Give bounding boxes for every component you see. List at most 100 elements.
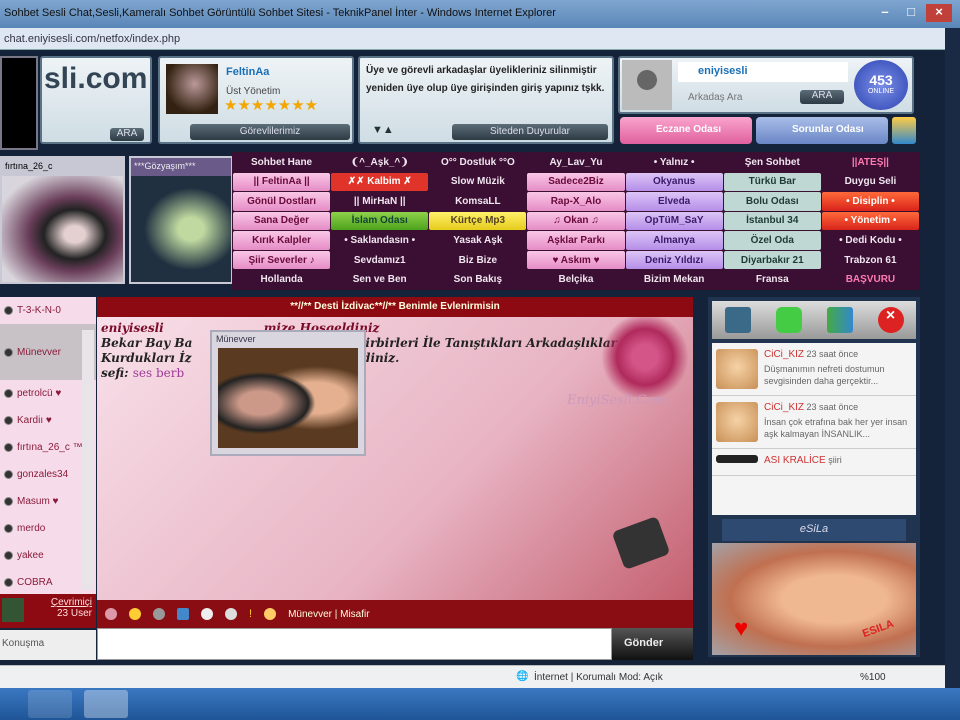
color-theme-icon[interactable] <box>892 117 916 144</box>
popup-webcam[interactable]: Münevver <box>210 330 366 456</box>
message-icon[interactable] <box>775 307 802 333</box>
room-item[interactable]: Bizim Mekan <box>625 270 723 289</box>
room-item[interactable]: Şiir Severler ♪ <box>233 250 331 270</box>
room-item[interactable]: Bolu Odası <box>723 192 821 211</box>
feed-post[interactable]: CiCi_KIZ 23 saat önce Düşmanımın nefreti … <box>712 343 916 396</box>
room-item[interactable]: Sen ve Ben <box>331 270 429 289</box>
mic-icon[interactable] <box>105 608 117 620</box>
room-item[interactable]: • Yalnız • <box>625 153 723 172</box>
room-item[interactable]: Diyarbakır 21 <box>723 250 821 270</box>
room-item[interactable]: • Disiplin • <box>821 192 919 211</box>
room-item[interactable]: Sevdamız1 <box>331 250 429 270</box>
webcam-window[interactable]: fırtına_26_c <box>0 156 125 284</box>
room-button-1[interactable]: Eczane Odası <box>620 117 752 144</box>
room-item[interactable]: Duygu Seli <box>821 172 919 192</box>
room-item[interactable]: • Dedi Kodu • <box>821 231 919 250</box>
room-item[interactable]: Elveda <box>625 192 723 211</box>
feed-post[interactable]: ASI KRALİCE şiiri <box>712 449 916 476</box>
maximize-button[interactable]: □ <box>898 4 924 22</box>
room-item[interactable]: Rap-X_Alo <box>527 192 625 211</box>
user-name: petrolcü ♥ <box>17 388 62 399</box>
room-item[interactable]: Özel Oda <box>723 231 821 250</box>
room-item[interactable]: ✗✗ Kalbim ✗ <box>331 172 429 192</box>
alert-icon[interactable]: ! <box>249 608 252 620</box>
room-item[interactable]: • Yönetim • <box>821 211 919 231</box>
logo-go-button[interactable]: ARA <box>110 128 144 141</box>
room-item[interactable]: Gönül Dostları <box>233 192 331 211</box>
room-item[interactable]: Belçika <box>527 270 625 289</box>
room-item[interactable]: KomsaLL <box>429 192 527 211</box>
room-item[interactable]: OpTüM_SaY <box>625 211 723 231</box>
send-button[interactable]: Gönder <box>612 628 693 660</box>
camera-icon[interactable] <box>225 608 237 620</box>
status-icon <box>4 578 13 587</box>
room-item[interactable]: Trabzon 61 <box>821 250 919 270</box>
room-item[interactable]: Kürtçe Mp3 <box>429 211 527 231</box>
room-item[interactable]: Türkü Bar <box>723 172 821 192</box>
room-item[interactable]: Şen Sohbet <box>723 153 821 172</box>
room-item[interactable]: Sohbet Hane <box>233 153 331 172</box>
room-item[interactable]: Kırık Kalpler <box>233 231 331 250</box>
room-button-2[interactable]: Sorunlar Odası <box>756 117 888 144</box>
profile-icon[interactable] <box>724 307 751 333</box>
friend-search-input[interactable] <box>678 88 790 106</box>
ad-image[interactable]: ♥ ESILA <box>712 543 916 655</box>
roses-decoration <box>597 317 693 397</box>
feed-post[interactable]: CiCi_KIZ 23 saat önce İnsan çok etrafına … <box>712 396 916 449</box>
message-input[interactable] <box>97 628 612 660</box>
room-item[interactable]: Aşklar Parkı <box>527 231 625 250</box>
post-time: 23 saat önce <box>806 402 859 412</box>
webcam-video <box>131 176 231 282</box>
user-list-item[interactable]: T-3-K-N-0 <box>0 297 96 324</box>
close-icon[interactable]: × <box>877 307 904 333</box>
gift-icon[interactable] <box>153 608 165 620</box>
room-item[interactable]: ♥ Askım ♥ <box>527 250 625 270</box>
announcements-button[interactable]: Siteden Duyurular <box>452 124 608 140</box>
friend-search-button[interactable]: ARA <box>800 90 844 104</box>
media-player-icon[interactable] <box>28 690 72 718</box>
room-item[interactable]: Hollanda <box>233 270 331 289</box>
post-author[interactable]: CiCi_KIZ <box>764 349 804 360</box>
room-item[interactable]: Son Bakış <box>429 270 527 289</box>
room-item[interactable]: Slow Müzik <box>429 172 527 192</box>
room-item[interactable]: Ay_Lav_Yu <box>527 153 625 172</box>
room-item[interactable]: Sadece2Biz <box>527 172 625 192</box>
taskbar-app-icon[interactable] <box>84 690 128 718</box>
refresh-icon[interactable] <box>826 307 853 333</box>
image-icon[interactable] <box>177 608 189 620</box>
webcam-window[interactable]: ***Gözyaşım*** <box>129 156 233 284</box>
settings-icon[interactable] <box>201 608 213 620</box>
scroll-arrows-icon[interactable]: ▼▲ <box>372 124 394 136</box>
room-item[interactable]: İslam Odası <box>331 211 429 231</box>
post-author[interactable]: ASI KRALİCE <box>764 455 826 466</box>
room-item[interactable]: Biz Bize <box>429 250 527 270</box>
user-icon <box>264 608 277 620</box>
room-item[interactable]: || MirHaN || <box>331 192 429 211</box>
room-item[interactable]: ♫ Okan ♫ <box>527 211 625 231</box>
address-bar[interactable]: chat.eniyisesli.com/netfox/index.php <box>0 28 945 50</box>
room-item[interactable]: Okyanus <box>625 172 723 192</box>
staff-name[interactable]: FeltinAa <box>226 66 269 78</box>
room-item[interactable]: İstanbul 34 <box>723 211 821 231</box>
room-item[interactable]: • Saklandasın • <box>331 231 429 250</box>
room-item[interactable]: Sana Değer <box>233 211 331 231</box>
zoom-level[interactable]: %100 <box>860 672 886 683</box>
room-item[interactable]: ||ATEŞ|| <box>821 153 919 172</box>
status-bar: 🌐 İnternet | Korumalı Mod: Açık %100 <box>0 665 945 688</box>
staff-button[interactable]: Görevlilerimiz <box>190 124 350 140</box>
room-item[interactable]: Almanya <box>625 231 723 250</box>
close-window-button[interactable]: × <box>926 4 952 22</box>
post-author[interactable]: CiCi_KIZ <box>764 402 804 413</box>
room-item[interactable]: || FeltinAa || <box>233 172 331 192</box>
security-zone[interactable]: İnternet | Korumalı Mod: Açık <box>534 672 663 683</box>
emoji-icon[interactable] <box>129 608 141 620</box>
room-item[interactable]: Deniz Yıldızı <box>625 250 723 270</box>
room-item[interactable]: Yasak Aşk <box>429 231 527 250</box>
room-item[interactable]: ❨^_Aşk_^❩ <box>331 153 429 172</box>
conversation-tab[interactable]: Konuşma <box>0 630 96 660</box>
room-item[interactable]: O°° Dostluk °°O <box>429 153 527 172</box>
user-list-scrollbar[interactable] <box>82 330 94 590</box>
room-item[interactable]: Fransa <box>723 270 821 289</box>
minimize-button[interactable]: – <box>872 4 898 22</box>
room-item[interactable]: BAŞVURU <box>821 270 919 289</box>
